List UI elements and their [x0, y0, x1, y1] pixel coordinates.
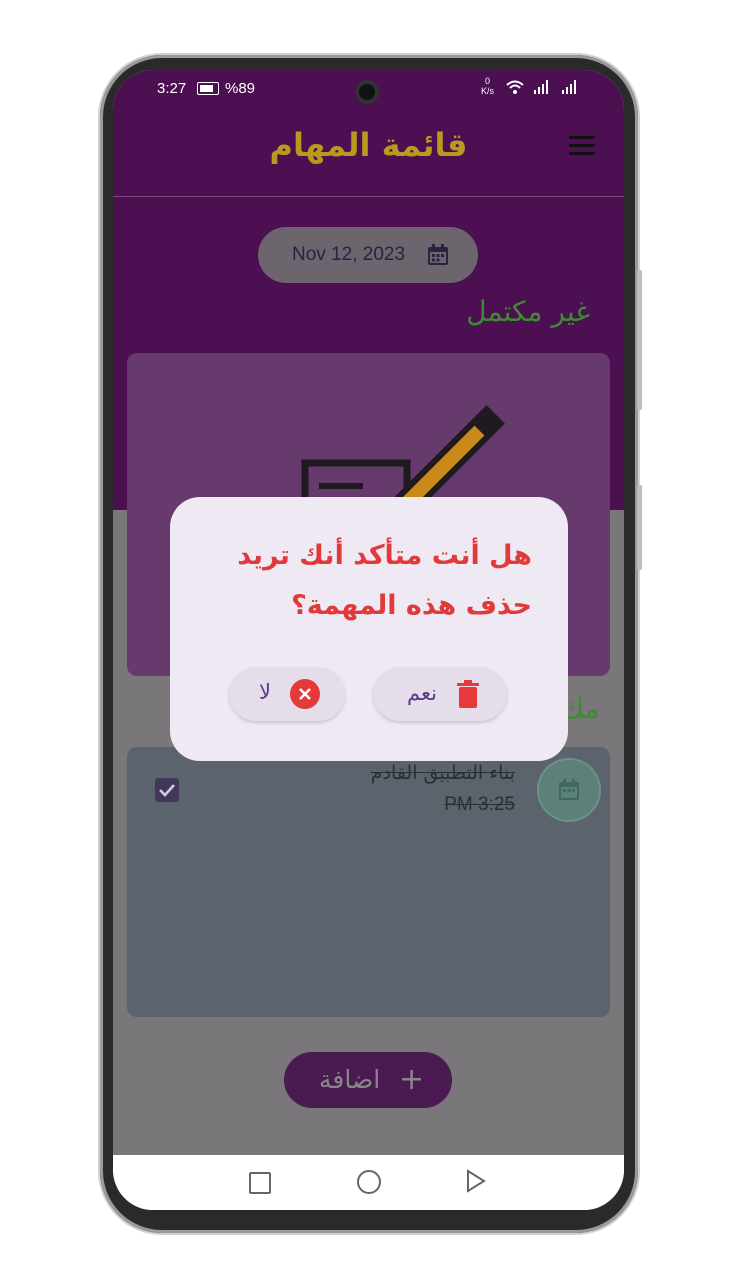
confirm-delete-button[interactable]: نعم	[373, 667, 507, 721]
delete-confirm-dialog: هل أنت متأكد أنك تريد حذف هذه المهمة؟ نع…	[170, 497, 568, 761]
calendar-icon	[428, 244, 448, 265]
app-bar: قائمة المهام	[113, 108, 624, 197]
checkmark-icon	[159, 784, 175, 797]
home-button[interactable]	[357, 1170, 381, 1194]
battery-icon	[197, 82, 219, 95]
front-camera	[355, 80, 379, 104]
cancel-delete-button[interactable]: لا	[229, 667, 345, 721]
signal-icon-sim1	[534, 80, 548, 94]
page-title: قائمة المهام	[269, 126, 468, 164]
system-navigation-bar	[113, 1155, 624, 1210]
status-bar: 3:27 %89 0 K/s	[113, 70, 624, 108]
recent-apps-button[interactable]	[249, 1172, 271, 1194]
battery-percent: %89	[225, 80, 256, 97]
signal-icon-sim2	[562, 80, 576, 94]
volume-button	[637, 270, 642, 410]
network-speed-unit: K/s	[481, 86, 495, 96]
task-calendar-avatar	[537, 758, 601, 822]
add-button-label: اضافة	[319, 1065, 381, 1094]
calendar-icon	[559, 779, 579, 800]
status-time: 3:27	[157, 80, 187, 97]
add-task-button[interactable]: + اضافة	[284, 1052, 452, 1108]
power-button	[637, 485, 642, 570]
network-speed: 0 K/s	[481, 76, 494, 96]
back-button[interactable]	[465, 1169, 487, 1193]
selected-date: Nov 12, 2023	[292, 244, 406, 265]
menu-icon[interactable]	[569, 136, 595, 158]
task-time: PM 3:25	[444, 794, 515, 815]
cancel-icon	[290, 679, 320, 709]
task-checkbox[interactable]	[155, 778, 179, 802]
dialog-message: هل أنت متأكد أنك تريد حذف هذه المهمة؟	[237, 540, 532, 621]
plus-icon: +	[399, 1062, 425, 1097]
section-title-incomplete: غير مكتمل	[466, 295, 590, 328]
cancel-label: لا	[259, 680, 271, 704]
task-title: بناء التطبيق القادم	[370, 762, 515, 784]
task-card[interactable]: بناء التطبيق القادم PM 3:25	[127, 747, 610, 1017]
confirm-label: نعم	[407, 681, 437, 705]
network-speed-value: 0	[485, 76, 491, 86]
trash-icon	[457, 680, 479, 708]
date-picker-chip[interactable]: Nov 12, 2023	[258, 227, 478, 283]
wifi-icon	[506, 80, 524, 94]
